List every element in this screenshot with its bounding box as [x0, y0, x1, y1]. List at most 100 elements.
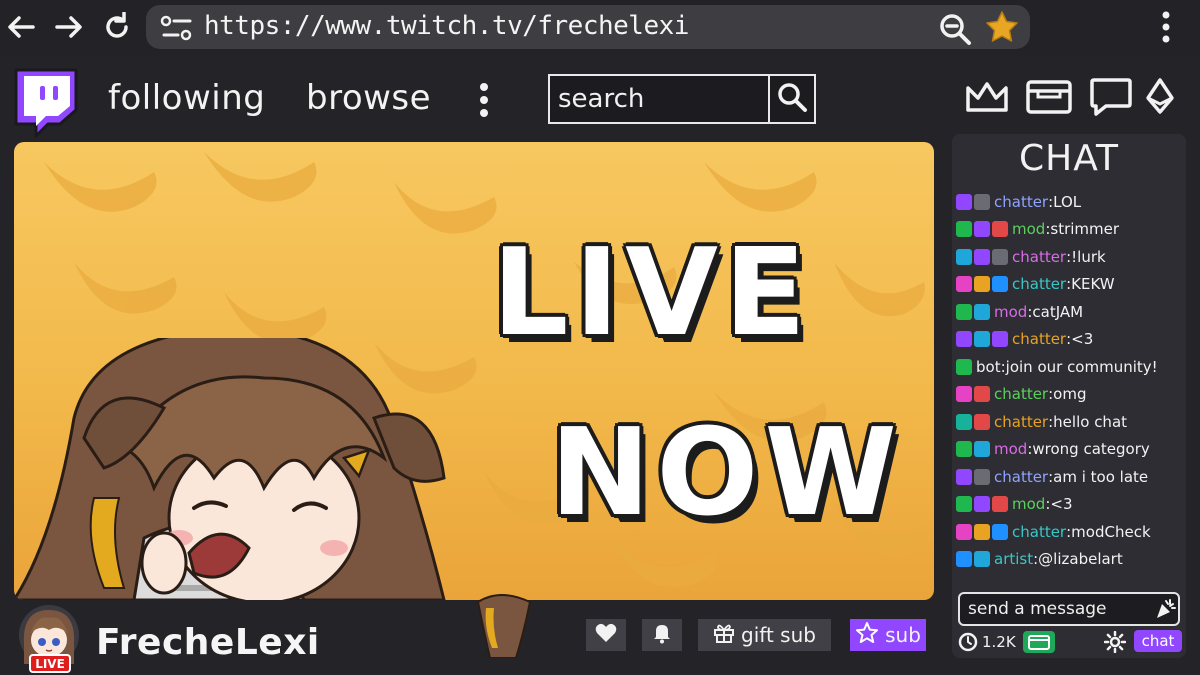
- chat-badge-icon[interactable]: [956, 523, 972, 540]
- live-badge: LIVE: [29, 654, 71, 673]
- follow-button[interactable]: [586, 619, 626, 651]
- cheer-party-icon[interactable]: [1154, 598, 1176, 624]
- chat-message-text: omg: [1053, 385, 1087, 404]
- chat-badge-icon[interactable]: [974, 468, 990, 485]
- crown-icon[interactable]: [964, 76, 1010, 120]
- chat-badge-icon[interactable]: [974, 221, 990, 238]
- more-options-icon[interactable]: [478, 82, 490, 122]
- chat-badge-icon[interactable]: [992, 221, 1008, 238]
- chat-badge-icon[interactable]: [956, 331, 972, 348]
- browser-menu-icon[interactable]: [1160, 10, 1172, 48]
- chat-message: chatter: am i too late: [956, 463, 1186, 491]
- twitch-logo-icon[interactable]: [10, 66, 82, 142]
- nav-browse-link[interactable]: browse: [306, 78, 431, 118]
- channel-name[interactable]: FrecheLexi: [96, 622, 320, 663]
- chat-badge-icon[interactable]: [956, 358, 972, 375]
- chat-username[interactable]: mod: [1012, 495, 1045, 513]
- chat-username[interactable]: chatter: [994, 193, 1048, 211]
- chat-badge-icon[interactable]: [974, 303, 990, 320]
- chat-badge-icon[interactable]: [956, 248, 972, 265]
- chat-badge-icon[interactable]: [974, 276, 990, 293]
- chat-badge-icon[interactable]: [974, 193, 990, 210]
- chat-message-text: join our community!: [1005, 357, 1158, 376]
- chat-badge-icon[interactable]: [992, 331, 1008, 348]
- chat-message-text: catJAM: [1032, 302, 1084, 321]
- zoom-out-icon[interactable]: [938, 12, 972, 50]
- chat-badge-icon[interactable]: [974, 551, 990, 568]
- chat-username[interactable]: mod: [1012, 220, 1045, 238]
- subscribe-button[interactable]: sub: [850, 619, 926, 651]
- chat-badge-icon[interactable]: [992, 276, 1008, 293]
- browser-toolbar: https://www.twitch.tv/frechelexi: [0, 0, 1200, 56]
- viewer-count: 1.2K: [982, 633, 1016, 651]
- inbox-icon[interactable]: [1024, 76, 1074, 120]
- search-input[interactable]: [550, 76, 768, 122]
- gift-sub-button[interactable]: gift sub: [698, 619, 831, 651]
- chat-badge-icon[interactable]: [956, 386, 972, 403]
- chat-username[interactable]: bot: [976, 358, 1001, 376]
- site-settings-icon[interactable]: [160, 15, 194, 45]
- chat-message: mod: strimmer: [956, 216, 1186, 244]
- chat-badge-icon[interactable]: [974, 248, 990, 265]
- chat-username[interactable]: chatter: [1012, 330, 1066, 348]
- chat-badge-icon[interactable]: [956, 468, 972, 485]
- chat-badge-icon[interactable]: [992, 248, 1008, 265]
- chat-username[interactable]: chatter: [994, 385, 1048, 403]
- notifications-button[interactable]: [642, 619, 682, 651]
- chat-message-list: chatter: LOL mod: strimmer chatter: !lurk c…: [956, 188, 1186, 573]
- chat-badge-icon[interactable]: [956, 551, 972, 568]
- whispers-icon[interactable]: [1088, 76, 1134, 122]
- chat-message: chatter: LOL: [956, 188, 1186, 216]
- chat-badge-icon[interactable]: [956, 276, 972, 293]
- chat-settings-gear-icon[interactable]: [1103, 630, 1127, 657]
- chat-username[interactable]: chatter: [994, 468, 1048, 486]
- chat-username[interactable]: mod: [994, 303, 1027, 321]
- chat-message: mod: catJAM: [956, 298, 1186, 326]
- chat-message-text: modCheck: [1071, 522, 1151, 541]
- reload-icon[interactable]: [100, 10, 134, 44]
- hair-decoration: [476, 594, 532, 658]
- chat-badge-icon[interactable]: [992, 496, 1008, 513]
- chat-message: chatter: hello chat: [956, 408, 1186, 436]
- chat-badge-icon[interactable]: [974, 413, 990, 430]
- channel-points-icon[interactable]: [1022, 630, 1056, 658]
- nav-following-link[interactable]: following: [108, 78, 265, 118]
- chat-username[interactable]: artist: [994, 550, 1033, 568]
- chat-badge-icon[interactable]: [956, 221, 972, 238]
- chat-message-input[interactable]: [960, 594, 1150, 624]
- chat-badge-icon[interactable]: [956, 193, 972, 210]
- chat-message-text: <3: [1050, 495, 1073, 514]
- chat-message-text: wrong category: [1032, 440, 1150, 459]
- url-text[interactable]: https://www.twitch.tv/frechelexi: [204, 11, 689, 41]
- chat-badge-icon[interactable]: [956, 441, 972, 458]
- bits-icon[interactable]: [1140, 76, 1180, 122]
- chat-badge-icon[interactable]: [956, 303, 972, 320]
- chat-username[interactable]: chatter: [1012, 523, 1066, 541]
- chat-badge-icon[interactable]: [974, 523, 990, 540]
- star-icon: [855, 621, 879, 650]
- chat-message-text: strimmer: [1050, 220, 1120, 239]
- chat-badge-icon[interactable]: [992, 523, 1008, 540]
- chat-message-text: !lurk: [1071, 247, 1106, 266]
- chat-badge-icon[interactable]: [956, 413, 972, 430]
- chat-message-text: @lizabelart: [1038, 550, 1123, 569]
- chat-username[interactable]: mod: [994, 440, 1027, 458]
- chat-badge-icon[interactable]: [974, 331, 990, 348]
- chat-badge-icon[interactable]: [974, 496, 990, 513]
- gift-icon: [713, 622, 735, 649]
- bookmark-star-icon[interactable]: [984, 9, 1020, 49]
- search-button[interactable]: [768, 76, 814, 122]
- forward-arrow-icon[interactable]: [52, 10, 86, 44]
- stream-player[interactable]: LIVE NOW: [14, 142, 934, 600]
- chat-username[interactable]: chatter: [1012, 248, 1066, 266]
- live-overlay-text: LIVE: [492, 224, 812, 363]
- chat-send-button[interactable]: chat: [1134, 630, 1182, 652]
- chat-username[interactable]: chatter: [994, 413, 1048, 431]
- bell-icon: [652, 622, 672, 649]
- chat-badge-icon[interactable]: [974, 441, 990, 458]
- back-arrow-icon[interactable]: [4, 10, 38, 44]
- address-bar[interactable]: https://www.twitch.tv/frechelexi: [146, 5, 1030, 49]
- chat-badge-icon[interactable]: [974, 386, 990, 403]
- chat-badge-icon[interactable]: [956, 496, 972, 513]
- chat-username[interactable]: chatter: [1012, 275, 1066, 293]
